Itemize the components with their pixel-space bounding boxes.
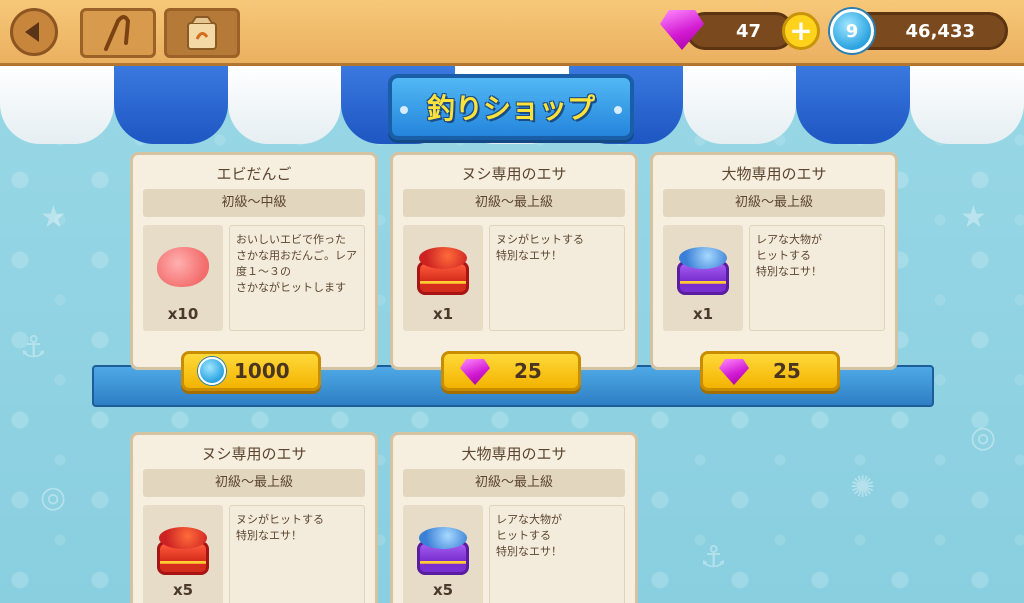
fishing-rod-button[interactable] [80, 8, 156, 58]
gem-counter: 47 [686, 12, 794, 50]
big-fish-bait-can-icon [673, 247, 733, 297]
item-name: 大物専用のエサ [461, 445, 567, 463]
anchor-icon: ⚓ [20, 330, 47, 365]
gem-count: 47 [735, 20, 761, 42]
item-quantity: x5 [432, 581, 454, 599]
item-level: 初級〜最上級 [403, 469, 625, 497]
item-level: 初級〜最上級 [403, 189, 625, 217]
item-quantity: x10 [167, 305, 199, 323]
back-arrow-icon [25, 22, 39, 42]
coin-count: 46,433 [905, 20, 975, 42]
buy-button[interactable]: 25 [700, 351, 840, 391]
boss-bait-can-icon [153, 527, 213, 577]
lifebuoy-icon: ◎ [970, 420, 997, 455]
gem-icon [719, 359, 749, 385]
item-image: x5 [143, 505, 223, 603]
fish-coin-icon: 9 [830, 9, 874, 53]
shop-item-card[interactable]: 大物専用のエサ 初級〜最上級 x5 レアな大物が ヒットする 特別なエサ！ [390, 432, 638, 603]
item-name: ヌシ専用のエサ [461, 165, 567, 183]
item-description: おいしいエビで作った さかな用おだんご。レア度１〜３の さかながヒットします [229, 225, 365, 331]
shrimp-dumpling-icon [157, 247, 209, 287]
shop-title-sign: 釣りショップ [388, 74, 634, 140]
price-value: 25 [773, 359, 801, 383]
price-value: 1000 [234, 359, 290, 383]
starfish-icon: ★ [40, 200, 67, 235]
shop-item-card[interactable]: 大物専用のエサ 初級〜最上級 x1 レアな大物が ヒットする 特別なエサ！ [650, 152, 898, 370]
top-bar: 47 + 46,433 9 [0, 0, 1024, 66]
anchor-icon: ⚓ [700, 540, 727, 575]
bait-bag-icon [187, 16, 217, 50]
bait-bag-button[interactable] [164, 8, 240, 58]
item-name: 大物専用のエサ [721, 165, 827, 183]
fishing-rod-icon [104, 15, 131, 51]
buy-button[interactable]: 1000 [181, 351, 321, 391]
shop-title: 釣りショップ [426, 92, 595, 125]
shop-item-card[interactable]: エビだんご 初級〜中級 x10 おいしいエビで作った さかな用おだんご。レア度１… [130, 152, 378, 370]
item-image: x1 [403, 225, 483, 331]
item-quantity: x1 [432, 305, 454, 323]
item-description: ヌシがヒットする 特別なエサ！ [489, 225, 625, 331]
big-fish-bait-can-icon [413, 527, 473, 577]
coin-glyph: 9 [845, 20, 859, 42]
item-description: レアな大物が ヒットする 特別なエサ！ [749, 225, 885, 331]
item-level: 初級〜最上級 [663, 189, 885, 217]
item-quantity: x5 [172, 581, 194, 599]
item-image: x10 [143, 225, 223, 331]
add-gems-button[interactable]: + [782, 12, 820, 50]
lifebuoy-icon: ◎ [40, 480, 67, 515]
item-name: ヌシ専用のエサ [201, 445, 307, 463]
item-image: x1 [663, 225, 743, 331]
item-description: ヌシがヒットする 特別なエサ！ [229, 505, 365, 603]
item-name: エビだんご [216, 165, 292, 183]
price-value: 25 [514, 359, 542, 383]
fish-coin-icon [198, 357, 226, 385]
gem-icon [460, 359, 490, 385]
shop-item-card[interactable]: ヌシ専用のエサ 初級〜最上級 x1 ヌシがヒットする 特別なエサ！ [390, 152, 638, 370]
item-image: x5 [403, 505, 483, 603]
item-quantity: x1 [692, 305, 714, 323]
item-description: レアな大物が ヒットする 特別なエサ！ [489, 505, 625, 603]
shop-item-card[interactable]: ヌシ専用のエサ 初級〜最上級 x5 ヌシがヒットする 特別なエサ！ [130, 432, 378, 603]
buy-button[interactable]: 25 [441, 351, 581, 391]
boss-bait-can-icon [413, 247, 473, 297]
starfish-icon: ★ [960, 200, 987, 235]
back-button[interactable] [10, 8, 58, 56]
shell-icon: ✺ [850, 470, 876, 505]
item-level: 初級〜最上級 [143, 469, 365, 497]
item-level: 初級〜中級 [143, 189, 365, 217]
